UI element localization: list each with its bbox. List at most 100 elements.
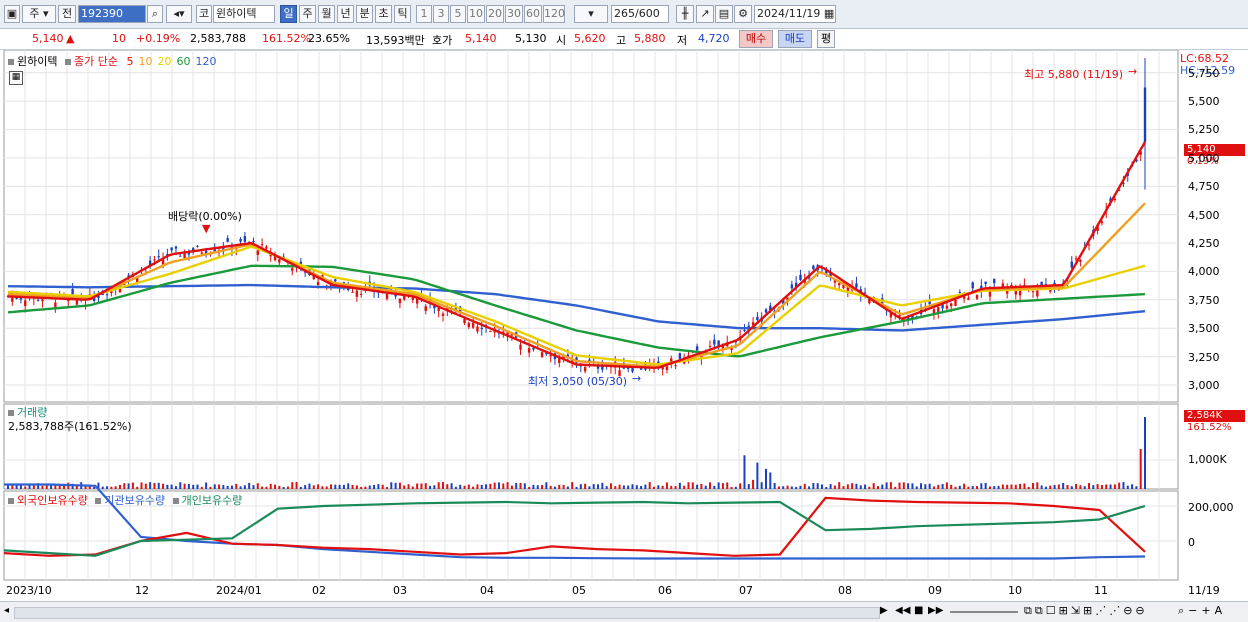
forward-icon[interactable]: ▶▶ bbox=[928, 605, 943, 616]
volume-bar bbox=[472, 486, 475, 489]
period-button[interactable]: 주 bbox=[299, 5, 316, 23]
volume-bar bbox=[627, 485, 630, 489]
volume-bar bbox=[984, 482, 987, 489]
candle-body bbox=[174, 246, 178, 249]
interval-button[interactable]: 60 bbox=[524, 5, 542, 23]
count-field[interactable]: 265/600 bbox=[611, 5, 669, 23]
period-button[interactable]: 분 bbox=[356, 5, 373, 23]
candle-body bbox=[1113, 199, 1117, 201]
interval-button[interactable]: 120 bbox=[543, 5, 565, 23]
interval-button[interactable]: 1 bbox=[416, 5, 432, 23]
volume-bar bbox=[683, 485, 686, 489]
trend-icon[interactable]: ↗ bbox=[696, 5, 714, 23]
volume-bar bbox=[812, 483, 815, 489]
price-chart[interactable] bbox=[0, 49, 1248, 602]
volume-bar bbox=[950, 484, 953, 489]
scroll-left-icon[interactable]: ◂ bbox=[4, 605, 9, 616]
period-button[interactable]: 초 bbox=[375, 5, 392, 23]
market-select[interactable]: 주 ▾ bbox=[22, 5, 56, 23]
interval-button[interactable]: 30 bbox=[505, 5, 523, 23]
candle-body bbox=[398, 298, 402, 304]
prev-button[interactable]: 전 bbox=[58, 5, 76, 23]
arrow-right-icon: → bbox=[632, 372, 642, 385]
ask-price: 5,140 bbox=[465, 32, 497, 45]
calendar-icon[interactable]: ▦ bbox=[824, 7, 834, 20]
volume-bar bbox=[528, 486, 531, 489]
price-y-tick: 5,500 bbox=[1188, 95, 1220, 109]
high-price: 5,880 bbox=[634, 32, 666, 45]
table-icon[interactable]: ▦ bbox=[9, 71, 23, 85]
sell-button[interactable]: 매도 bbox=[778, 30, 812, 48]
buy-button[interactable]: 매수 bbox=[739, 30, 773, 48]
volume-bar bbox=[575, 486, 578, 489]
candle-body bbox=[790, 284, 794, 289]
bottom-bar: ◂ ▶ ◀◀ ■ ▶▶ ⧉⧉☐⊞⇲⊞⋰⋰⊖⊖ ⌕−+A bbox=[0, 601, 1248, 622]
candle-body bbox=[665, 366, 669, 371]
volume-bar bbox=[497, 482, 500, 489]
candle-body bbox=[355, 290, 359, 297]
quote-bar: 5,140 ▲ 10 +0.19% 2,583,788 161.52% 23.6… bbox=[0, 29, 1248, 50]
period-button[interactable]: 월 bbox=[318, 5, 335, 23]
ma-period-label: 20 bbox=[157, 55, 172, 68]
zoom-slider[interactable] bbox=[950, 611, 1018, 613]
play-icon[interactable]: ▶ bbox=[880, 605, 888, 616]
ma-label: 종가 단순 bbox=[73, 55, 118, 68]
candle-body bbox=[1070, 261, 1073, 268]
rewind-icon[interactable]: ◀◀ bbox=[895, 605, 910, 616]
dropdown-select[interactable]: ▾ bbox=[574, 5, 608, 23]
volume-bar bbox=[739, 483, 742, 489]
horizontal-scrollbar[interactable] bbox=[14, 607, 880, 619]
volume-bar bbox=[752, 479, 755, 489]
period-button[interactable]: 틱 bbox=[394, 5, 411, 23]
volume-bar bbox=[614, 486, 617, 489]
volume-bar bbox=[519, 482, 522, 489]
count-total: /600 bbox=[635, 7, 660, 20]
volume-bar bbox=[1100, 485, 1103, 489]
x-axis-label: 2024/01 bbox=[216, 584, 262, 597]
interval-button[interactable]: 3 bbox=[433, 5, 449, 23]
volume-bar bbox=[993, 486, 996, 489]
volume-bar bbox=[980, 483, 983, 489]
date-field[interactable]: 2024/11/19 ▦ bbox=[754, 5, 836, 23]
interval-button[interactable]: 5 bbox=[450, 5, 466, 23]
candle-body bbox=[949, 303, 953, 307]
code-input[interactable]: 192390 bbox=[78, 5, 146, 23]
volume-bar bbox=[1040, 485, 1043, 489]
zoom-icons[interactable]: ⌕−+A bbox=[1178, 604, 1226, 618]
volume-bar bbox=[678, 482, 681, 489]
volume-bar bbox=[351, 485, 354, 489]
search-icon[interactable]: ⌕ bbox=[147, 5, 163, 23]
period-button[interactable]: 일 bbox=[280, 5, 297, 23]
volume-bar bbox=[485, 484, 488, 489]
volume-bar bbox=[480, 484, 483, 489]
period-button[interactable]: 년 bbox=[337, 5, 354, 23]
window-icon[interactable]: ▣ bbox=[4, 5, 20, 23]
volume-bar bbox=[536, 485, 539, 489]
interval-button[interactable]: 20 bbox=[486, 5, 504, 23]
gear-icon[interactable]: ⚙ bbox=[734, 5, 752, 23]
volume-bar bbox=[248, 482, 251, 489]
candle-body bbox=[424, 306, 427, 311]
candle-body bbox=[471, 322, 475, 328]
candle-body bbox=[678, 353, 682, 359]
speaker-icon[interactable]: ◂▾ bbox=[166, 5, 192, 23]
stock-name[interactable]: 윈하이텍 bbox=[213, 5, 275, 23]
turnover: 23.65% bbox=[308, 32, 350, 45]
volume-value: 2,583,788주(161.52%) bbox=[8, 420, 132, 433]
flat-button[interactable]: 평 bbox=[817, 30, 835, 48]
volume-bar bbox=[446, 484, 449, 489]
candle-body bbox=[179, 255, 182, 257]
candle-body bbox=[838, 283, 841, 286]
volume-bar bbox=[584, 483, 587, 489]
volume-bar bbox=[1010, 484, 1013, 489]
tool-icons[interactable]: ⧉⧉☐⊞⇲⊞⋰⋰⊖⊖ bbox=[1024, 604, 1148, 618]
volume-bar bbox=[1109, 484, 1112, 489]
stop-icon[interactable]: ■ bbox=[914, 605, 923, 616]
candle-icon[interactable]: ╫ bbox=[676, 5, 694, 23]
save-icon[interactable]: ▤ bbox=[715, 5, 733, 23]
interval-button[interactable]: 10 bbox=[467, 5, 485, 23]
volume-bar bbox=[553, 486, 556, 489]
volume-bar bbox=[205, 482, 208, 489]
volume-bar bbox=[562, 484, 565, 489]
chart-area[interactable] bbox=[0, 49, 1248, 602]
